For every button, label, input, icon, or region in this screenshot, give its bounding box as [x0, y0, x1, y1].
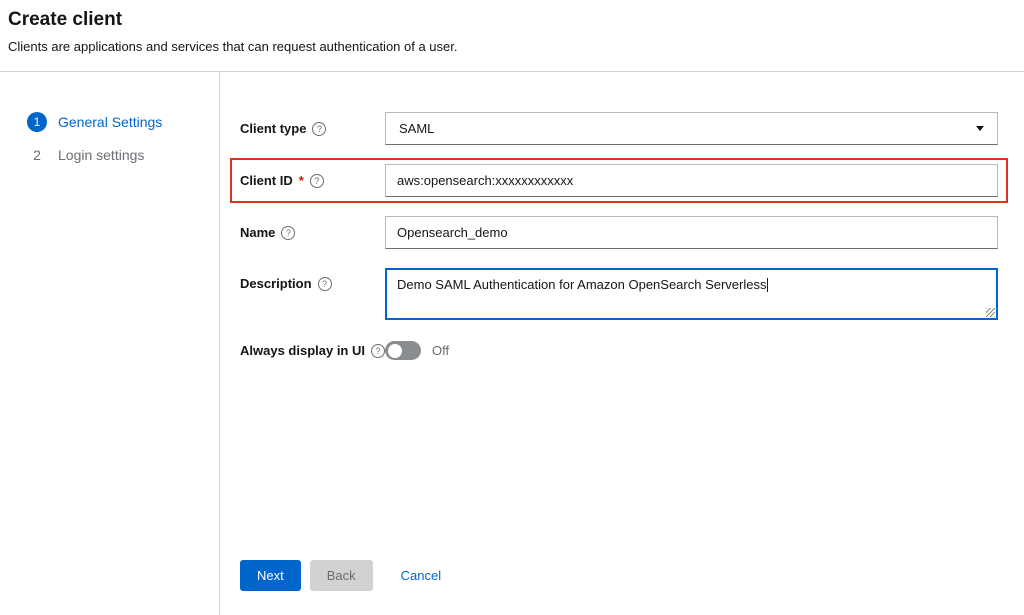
- step-label: Login settings: [58, 147, 145, 163]
- name-row: Name: [240, 216, 998, 249]
- wizard-step-general-settings[interactable]: 1 General Settings: [27, 112, 219, 132]
- client-id-input[interactable]: [385, 164, 998, 197]
- client-id-label: Client ID *: [240, 173, 385, 188]
- client-type-label: Client type: [240, 121, 385, 136]
- help-icon[interactable]: [317, 276, 332, 291]
- page-subtitle: Clients are applications and services th…: [8, 39, 458, 54]
- help-icon[interactable]: [312, 121, 327, 136]
- help-icon[interactable]: [281, 225, 296, 240]
- description-label: Description: [240, 268, 385, 291]
- text-cursor: [767, 278, 769, 292]
- client-id-row: Client ID *: [240, 164, 998, 197]
- wizard-actions: Next Back Cancel: [240, 560, 998, 591]
- content: 1 General Settings 2 Login settings Clie…: [0, 72, 1024, 615]
- cancel-button[interactable]: Cancel: [401, 560, 441, 591]
- step-number: 2: [33, 147, 41, 163]
- name-input[interactable]: [385, 216, 998, 249]
- annotation-box: Client ID *: [230, 158, 1008, 203]
- toggle-knob: [387, 343, 402, 358]
- wizard-nav: 1 General Settings 2 Login settings: [0, 72, 220, 615]
- next-button[interactable]: Next: [240, 560, 301, 591]
- toggle-state-label: Off: [432, 343, 450, 358]
- client-type-row: Client type SAML: [240, 112, 998, 145]
- description-textarea[interactable]: Demo SAML Authentication for Amazon Open…: [385, 268, 998, 320]
- create-client-form: Client type SAML Client ID * Name: [220, 72, 1024, 615]
- help-icon[interactable]: [371, 343, 385, 358]
- step-label: General Settings: [58, 114, 163, 130]
- always-display-row: Always display in UI Off: [240, 341, 998, 360]
- page-header: Create client Clients are applications a…: [0, 0, 1024, 54]
- description-row: Description Demo SAML Authentication for…: [240, 268, 998, 320]
- description-text: Demo SAML Authentication for Amazon Open…: [397, 277, 767, 292]
- client-type-select[interactable]: SAML: [385, 112, 998, 145]
- client-type-selected-value: SAML: [399, 121, 435, 136]
- step-number-badge: 1: [27, 112, 47, 132]
- always-display-label: Always display in UI: [240, 343, 385, 358]
- name-label: Name: [240, 225, 385, 240]
- back-button[interactable]: Back: [309, 560, 373, 591]
- required-marker: *: [298, 173, 304, 188]
- always-display-toggle[interactable]: [385, 341, 421, 360]
- help-icon[interactable]: [309, 173, 324, 188]
- resize-handle-icon[interactable]: [986, 308, 995, 317]
- wizard-step-login-settings[interactable]: 2 Login settings: [27, 147, 219, 163]
- caret-down-icon: [976, 126, 984, 131]
- always-display-switch-wrap: Off: [385, 341, 998, 360]
- page-title: Create client: [8, 9, 123, 30]
